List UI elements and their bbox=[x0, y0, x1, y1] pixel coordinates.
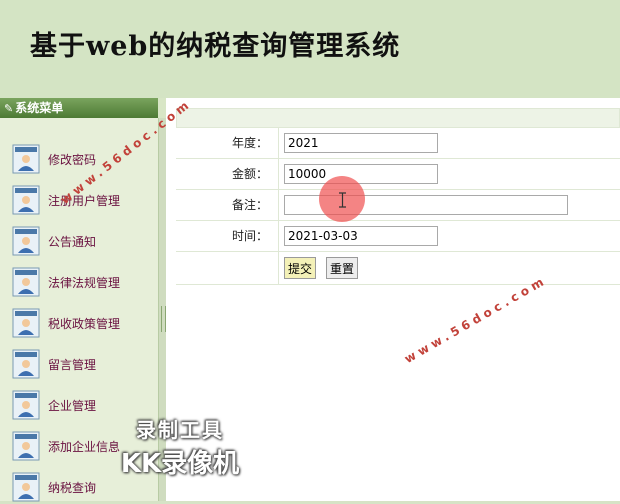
form-row-year: 年度： bbox=[176, 128, 620, 159]
form-row-note: 备注： bbox=[176, 190, 620, 221]
page-header: 基于web的纳税查询管理系统 bbox=[0, 0, 620, 98]
user-card-icon bbox=[12, 185, 40, 215]
amount-input[interactable] bbox=[284, 164, 438, 184]
sidebar-item-announcements[interactable]: 公告通知 bbox=[12, 224, 152, 258]
sidebar-item-label: 留言管理 bbox=[48, 357, 97, 372]
sidebar-item-tax-policy[interactable]: 税收政策管理 bbox=[12, 306, 152, 340]
recorder-line-1: 录制工具 bbox=[136, 418, 224, 442]
sidebar-item-label: 纳税查询 bbox=[48, 480, 97, 495]
text-cursor-icon bbox=[339, 192, 346, 208]
submit-button[interactable]: 提交 bbox=[284, 257, 317, 279]
user-card-icon bbox=[12, 431, 40, 461]
page-title: 基于web的纳税查询管理系统 bbox=[30, 31, 401, 62]
sidebar-header: ✎ 系统菜单 bbox=[0, 98, 158, 118]
sidebar-item-label: 税收政策管理 bbox=[48, 316, 121, 331]
user-card-icon bbox=[12, 267, 40, 297]
time-input[interactable] bbox=[284, 226, 438, 246]
pencil-icon: ✎ bbox=[4, 102, 14, 115]
sidebar-item-laws[interactable]: 法律法规管理 bbox=[12, 265, 152, 299]
user-card-icon bbox=[12, 472, 40, 502]
recorder-watermark: 录制工具 KK录像机 bbox=[105, 414, 255, 480]
form-row-actions: 提交 重置 bbox=[176, 252, 620, 285]
form-row-amount: 金额： bbox=[176, 159, 620, 190]
sidebar-item-messages[interactable]: 留言管理 bbox=[12, 347, 152, 381]
amount-label: 金额： bbox=[176, 159, 279, 189]
user-card-icon bbox=[12, 226, 40, 256]
year-label: 年度： bbox=[176, 128, 279, 158]
actions-label-cell bbox=[176, 252, 279, 284]
sidebar-item-label: 公告通知 bbox=[48, 234, 97, 249]
user-card-icon bbox=[12, 144, 40, 174]
time-label: 时间： bbox=[176, 221, 279, 251]
sidebar-item-label: 法律法规管理 bbox=[48, 275, 121, 290]
form-row-time: 时间： bbox=[176, 221, 620, 252]
sidebar-title: 系统菜单 bbox=[15, 101, 64, 115]
user-card-icon bbox=[12, 349, 40, 379]
form-header-bar bbox=[176, 108, 620, 128]
reset-button[interactable]: 重置 bbox=[326, 257, 359, 279]
user-card-icon bbox=[12, 390, 40, 420]
note-label: 备注： bbox=[176, 190, 279, 220]
recorder-line-2: KK录像机 bbox=[120, 449, 240, 479]
year-input[interactable] bbox=[284, 133, 438, 153]
sidebar-item-label: 修改密码 bbox=[48, 152, 97, 167]
user-card-icon bbox=[12, 308, 40, 338]
sidebar-item-label: 企业管理 bbox=[48, 398, 97, 413]
